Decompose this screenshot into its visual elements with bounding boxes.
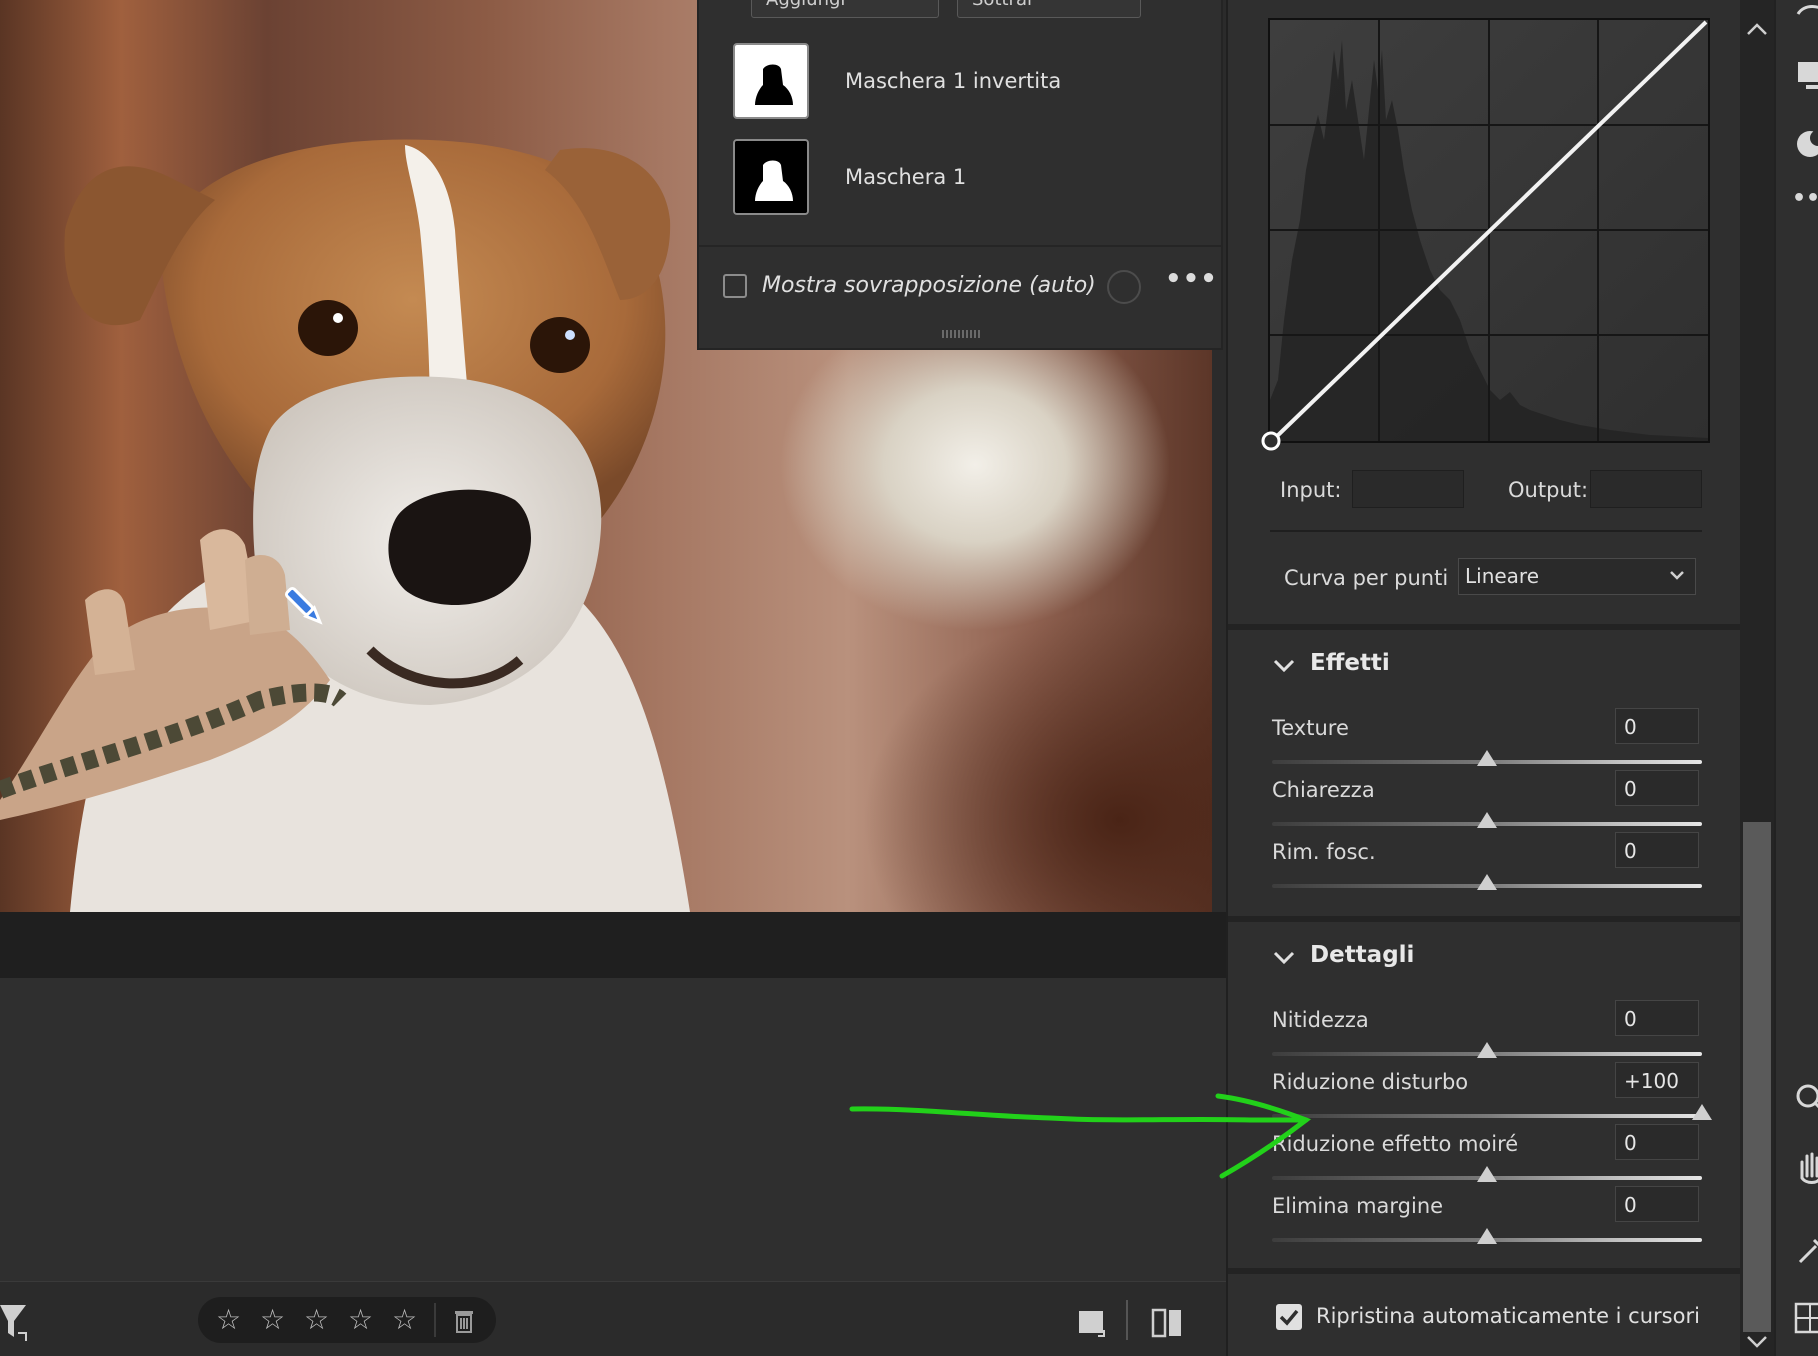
slider-value-field[interactable]: +100 (1615, 1062, 1699, 1098)
mask-item[interactable]: Maschera 1 (733, 139, 1113, 215)
clarity-slider[interactable]: Chiarezza 0 (1272, 770, 1702, 834)
slider-thumb[interactable] (1477, 1042, 1497, 1058)
output-label: Output: (1508, 478, 1589, 502)
slider-thumb[interactable] (1477, 750, 1497, 766)
dehaze-slider[interactable]: Rim. fosc. 0 (1272, 832, 1702, 896)
chevron-down-icon[interactable] (1272, 658, 1296, 674)
slider-label: Nitidezza (1272, 1008, 1369, 1032)
hand-icon[interactable] (1792, 1148, 1818, 1188)
input-label: Input: (1280, 478, 1342, 502)
slider-track[interactable] (1272, 1114, 1702, 1118)
star-rating[interactable]: ☆ ☆ ☆ ☆ ☆ (198, 1297, 496, 1343)
mask-label: Maschera 1 (845, 165, 967, 189)
moire-reduction-slider[interactable]: Riduzione effetto moiré 0 (1272, 1124, 1702, 1188)
star-icon[interactable]: ☆ (348, 1303, 373, 1336)
divider (1270, 530, 1702, 532)
curve-point-handle[interactable] (1260, 430, 1282, 452)
mask-label: Maschera 1 invertita (845, 69, 1062, 93)
show-overlay-checkbox[interactable] (723, 274, 747, 298)
slider-thumb[interactable] (1477, 874, 1497, 890)
mask-thumbnail-inverted (733, 43, 809, 119)
star-icon[interactable]: ☆ (260, 1303, 285, 1336)
point-curve-value: Lineare (1465, 564, 1540, 588)
slider-value-field[interactable]: 0 (1615, 770, 1699, 806)
chevron-down-icon (1670, 571, 1684, 580)
slider-label: Riduzione effetto moiré (1272, 1132, 1519, 1156)
sharpness-slider[interactable]: Nitidezza 0 (1272, 1000, 1702, 1064)
canvas-background (0, 912, 1226, 978)
scroll-up-icon[interactable] (1745, 22, 1769, 38)
color-mix-icon[interactable] (1792, 124, 1818, 164)
mask-item-inverted[interactable]: Maschera 1 invertita (733, 43, 1113, 119)
star-icon[interactable]: ☆ (392, 1303, 417, 1336)
section-divider (1228, 916, 1742, 922)
defringe-slider[interactable]: Elimina margine 0 (1272, 1186, 1702, 1250)
grid-icon[interactable] (1792, 1300, 1818, 1340)
empty-workspace (0, 978, 1226, 1281)
subtract-mask-button[interactable]: Sottrai (957, 0, 1141, 18)
overlay-color-icon[interactable] (1107, 270, 1141, 304)
scrollbar-thumb[interactable] (1743, 822, 1771, 1332)
divider (1126, 1300, 1128, 1340)
slider-value-field[interactable]: 0 (1615, 1186, 1699, 1222)
reset-sliders-checkbox[interactable] (1276, 1304, 1302, 1330)
tone-curve-graph[interactable] (1268, 18, 1710, 443)
effects-section-title[interactable]: Effetti (1310, 650, 1390, 676)
add-mask-label: Aggiungi (766, 0, 845, 10)
slider-value-field[interactable]: 0 (1615, 832, 1699, 868)
section-divider (1228, 1268, 1742, 1274)
divider (434, 1303, 436, 1337)
filter-icon[interactable] (0, 1303, 30, 1343)
slider-thumb[interactable] (1692, 1104, 1712, 1120)
texture-slider[interactable]: Texture 0 (1272, 708, 1702, 772)
more-icon[interactable]: ••• (1792, 186, 1818, 226)
slider-thumb[interactable] (1477, 1166, 1497, 1182)
subtract-mask-label: Sottrai (972, 0, 1032, 10)
slider-value-field[interactable]: 0 (1615, 708, 1699, 744)
slider-label: Elimina margine (1272, 1194, 1444, 1218)
mask-thumbnail (733, 139, 809, 215)
input-field[interactable] (1352, 470, 1464, 508)
noise-reduction-slider[interactable]: Riduzione disturbo +100 (1272, 1062, 1712, 1126)
star-icon[interactable]: ☆ (304, 1303, 329, 1336)
slider-label: Riduzione disturbo (1272, 1070, 1469, 1094)
compare-view-icon[interactable] (1150, 1306, 1186, 1340)
slider-label: Texture (1272, 716, 1349, 740)
divider (699, 245, 1221, 247)
zoom-icon[interactable] (1792, 1080, 1818, 1120)
star-icon[interactable]: ☆ (216, 1303, 241, 1336)
bottom-toolbar (0, 1281, 1226, 1356)
point-curve-select[interactable]: Lineare (1458, 558, 1696, 595)
panel-resize-handle[interactable] (942, 330, 982, 338)
output-field[interactable] (1590, 470, 1702, 508)
chevron-down-icon[interactable] (1272, 950, 1296, 966)
point-curve-label: Curva per punti (1284, 566, 1449, 590)
eye-icon[interactable] (1792, 0, 1818, 40)
display-icon[interactable] (1792, 58, 1818, 98)
details-section-title[interactable]: Dettagli (1310, 942, 1414, 968)
trash-icon[interactable] (452, 1306, 476, 1334)
section-divider (1228, 624, 1742, 630)
mask-panel: Aggiungi Sottrai Maschera 1 invertita Ma… (697, 0, 1223, 350)
more-options-icon[interactable]: ••• (1165, 264, 1218, 294)
scroll-down-icon[interactable] (1745, 1334, 1769, 1350)
eyedropper-icon[interactable] (1792, 1230, 1818, 1270)
slider-value-field[interactable]: 0 (1615, 1000, 1699, 1036)
tool-strip: ••• (1774, 0, 1818, 1356)
edit-panel: Input: Output: Curva per punti Lineare E… (1226, 0, 1742, 1356)
slider-value-field[interactable]: 0 (1615, 1124, 1699, 1160)
checkmark-icon (1279, 1309, 1299, 1326)
add-mask-button[interactable]: Aggiungi (751, 0, 939, 18)
single-view-icon[interactable] (1076, 1306, 1110, 1340)
slider-thumb[interactable] (1477, 812, 1497, 828)
show-overlay-label: Mostra sovrapposizione (auto) (762, 273, 1096, 298)
slider-thumb[interactable] (1477, 1228, 1497, 1244)
slider-label: Rim. fosc. (1272, 840, 1376, 864)
reset-sliders-label: Ripristina automaticamente i cursori (1316, 1304, 1700, 1328)
slider-label: Chiarezza (1272, 778, 1375, 802)
